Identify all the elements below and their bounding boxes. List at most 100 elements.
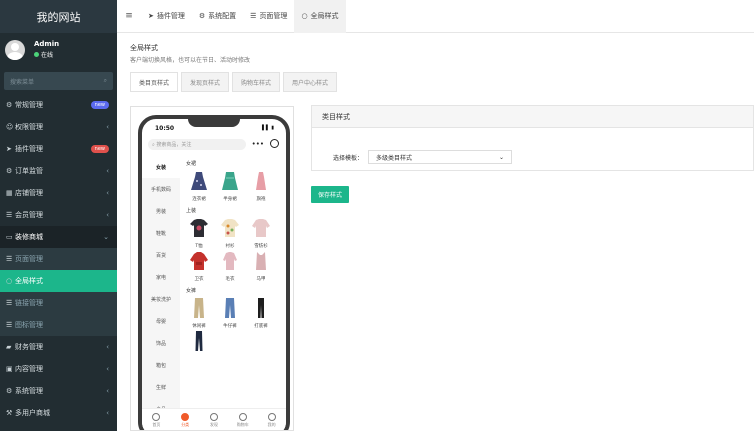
sidebar-item-finance[interactable]: ▰ 财务管理 ‹	[0, 336, 117, 358]
money-icon: ▰	[6, 343, 12, 351]
category-item[interactable]: 男装	[142, 200, 180, 222]
category-item[interactable]: 饰品	[142, 332, 180, 354]
page-subtitle: 客户端切换风格，也可以在节日、活动时修改	[130, 57, 251, 64]
search-icon[interactable]: ⌕	[104, 77, 107, 85]
circle-icon: ○	[301, 12, 308, 20]
tshirt-image	[190, 219, 208, 237]
hoodie-image	[190, 252, 208, 270]
sidebar-item-links[interactable]: ☰ 链接管理	[0, 292, 117, 314]
tab-category-style[interactable]: 类目页样式	[130, 72, 179, 92]
phone-preview-panel: 10:50 ▌▌ ▮ ⌕ 搜索商品，关注 ••• 女装 手机数码 男装 鞋靴 百…	[130, 106, 294, 431]
vest-image	[256, 252, 266, 270]
tab-system-config[interactable]: ⚙ 系统配置	[192, 0, 243, 33]
sidebar-item-icons[interactable]: ☰ 图标管理	[0, 314, 117, 336]
hamburger-icon[interactable]: ≡	[117, 11, 141, 21]
user-icon	[267, 413, 276, 421]
pants-image	[195, 331, 203, 351]
goods-item[interactable]: 雪纺衫	[246, 217, 276, 250]
compass-icon	[209, 413, 218, 421]
store-icon: ▦	[6, 189, 13, 197]
category-item[interactable]: 鞋靴	[142, 222, 180, 244]
category-item[interactable]: 家电	[142, 266, 180, 288]
goods-item[interactable]: 休闲裤	[184, 297, 214, 330]
tab-pages[interactable]: ☰ 页面管理	[243, 0, 294, 33]
more-dots-icon[interactable]: •••	[252, 140, 264, 148]
sidebar-item-decoration[interactable]: ▭ 装修商城 ⌄	[0, 226, 117, 248]
goods-item[interactable]: 连衣裙	[184, 170, 214, 203]
category-item[interactable]: 生鲜	[142, 376, 180, 398]
sidebar-item-system[interactable]: ⚙ 系统管理 ‹	[0, 380, 117, 402]
casual-pants-image	[194, 298, 204, 318]
category-item[interactable]: 百货	[142, 244, 180, 266]
goods-group-title: 上装	[186, 208, 197, 214]
tab-cart-style[interactable]: 购物车样式	[232, 72, 281, 92]
chevron-down-icon: ⌄	[498, 153, 505, 161]
phone-search-input[interactable]: ⌕ 搜索商品，关注	[148, 139, 246, 150]
list-icon: ☰	[6, 255, 13, 263]
goods-item[interactable]: 马甲	[246, 250, 276, 283]
circle-icon: ○	[6, 277, 13, 285]
sidebar-item-stores[interactable]: ▦ 店铺管理 ‹	[0, 182, 117, 204]
goods-row: 连衣裙 半身裙 旗袍	[180, 170, 286, 203]
sidebar-item-permissions[interactable]: ☺ 权限管理 ‹	[0, 116, 117, 138]
category-item[interactable]: 箱包	[142, 354, 180, 376]
new-badge: new	[90, 145, 109, 153]
goods-item[interactable]: 打底裤	[246, 297, 276, 330]
tab-global-style[interactable]: ○ 全局样式	[294, 0, 346, 33]
goods-row	[180, 330, 286, 363]
tabbar-cart[interactable]: 购物车	[228, 409, 257, 430]
shirt-image	[221, 219, 239, 237]
template-select[interactable]: 多级类目样式 ⌄	[368, 150, 513, 164]
users-icon: ☺	[6, 123, 14, 131]
sidebar-item-multi-mall[interactable]: ⚒ 多用户商城 ‹	[0, 402, 117, 424]
category-icon	[181, 413, 190, 421]
sidebar-item-members[interactable]: ☰ 会员管理 ‹	[0, 204, 117, 226]
goods-group-title: 女裤	[186, 288, 197, 294]
site-logo[interactable]: 我的网站	[0, 0, 117, 33]
leggings-image	[258, 298, 264, 318]
new-badge: new	[90, 101, 109, 109]
sidebar-item-global-style[interactable]: ○ 全局样式	[0, 270, 117, 292]
goods-panel: 女裙 连衣裙 半身裙 旗袍 上装 T恤 衬衫 雪纺衫 卫衣 毛衣 马甲 女裤 休…	[180, 156, 286, 363]
rocket-icon: ➤	[148, 12, 154, 20]
goods-item[interactable]: 牛仔裤	[215, 297, 245, 330]
sidebar-item-content[interactable]: ▣ 内容管理 ‹	[0, 358, 117, 380]
save-style-button[interactable]: 保存样式	[311, 186, 349, 203]
edit-icon: ▣	[6, 365, 13, 373]
monitor-icon: ▭	[6, 233, 13, 241]
phone-preview: 10:50 ▌▌ ▮ ⌕ 搜索商品，关注 ••• 女装 手机数码 男装 鞋靴 百…	[138, 115, 290, 430]
goods-row: 卫衣 毛衣 马甲	[180, 250, 286, 283]
category-style-settings: 类目样式 选择模板： 多级类目样式 ⌄	[311, 105, 754, 171]
tab-user-center-style[interactable]: 用户中心样式	[283, 72, 338, 92]
menu-search-input[interactable]: 搜索菜单 ⌕	[4, 72, 113, 90]
cart-icon	[238, 413, 247, 421]
decoration-submenu: ☰ 页面管理 ○ 全局样式 ☰ 链接管理 ☰ 图标管理	[0, 248, 117, 336]
category-item[interactable]: 手机数码	[142, 178, 180, 200]
goods-item[interactable]: 旗袍	[246, 170, 276, 203]
tabbar-discover[interactable]: 发现	[200, 409, 229, 430]
sidebar-item-orders[interactable]: ⚙ 订单监管 ‹	[0, 160, 117, 182]
category-item[interactable]: 母婴	[142, 310, 180, 332]
tabbar-mine[interactable]: 我的	[257, 409, 286, 430]
category-item[interactable]: 美妆洗护	[142, 288, 180, 310]
template-row: 选择模板： 多级类目样式 ⌄	[333, 150, 513, 164]
goods-item[interactable]: 卫衣	[184, 250, 214, 283]
sidebar-item-pages[interactable]: ☰ 页面管理	[0, 248, 117, 270]
sidebar-item-plugins[interactable]: ➤ 插件管理 new	[0, 138, 117, 160]
target-icon[interactable]	[270, 139, 279, 148]
sidebar-item-general[interactable]: ⚙ 常规管理 new	[0, 94, 117, 116]
goods-item[interactable]: T恤	[184, 217, 214, 250]
tabbar-home[interactable]: 首页	[142, 409, 171, 430]
tabbar-category[interactable]: 分类	[171, 409, 200, 430]
style-tabs: 类目页样式 发现页样式 购物车样式 用户中心样式	[130, 72, 340, 92]
tab-plugins[interactable]: ➤ 插件管理	[141, 0, 192, 33]
goods-item[interactable]: 毛衣	[215, 250, 245, 283]
gear-icon: ⚙	[198, 12, 206, 20]
category-item[interactable]: 女装	[142, 156, 180, 178]
goods-item[interactable]: 衬衫	[215, 217, 245, 250]
goods-item[interactable]	[184, 330, 214, 363]
goods-item[interactable]: 半身裙	[215, 170, 245, 203]
page-title: 全局样式	[130, 44, 158, 52]
list-icon: ☰	[6, 321, 13, 329]
tab-discover-style[interactable]: 发现页样式	[181, 72, 230, 92]
